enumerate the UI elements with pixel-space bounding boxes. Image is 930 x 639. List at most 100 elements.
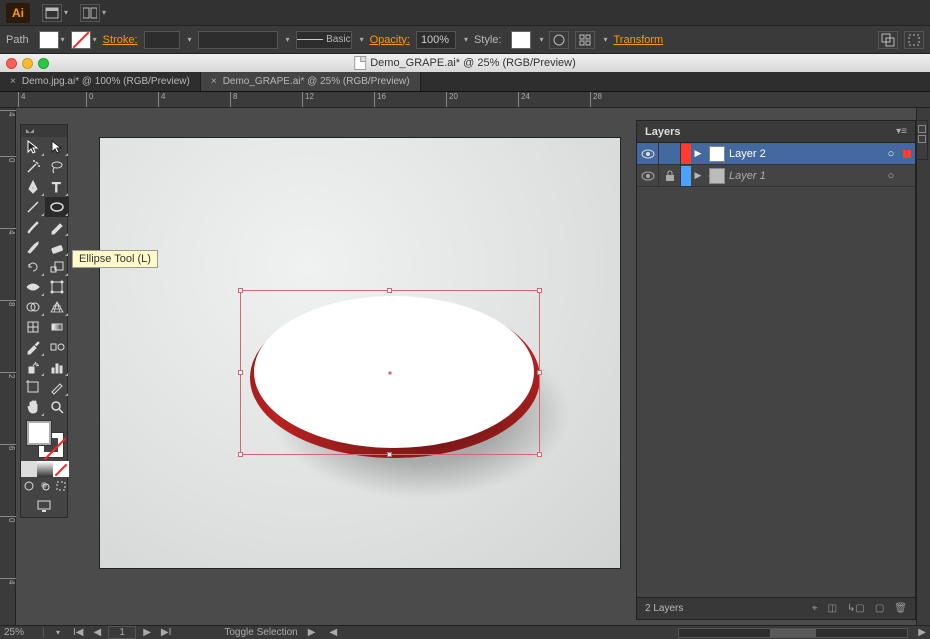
mesh-tool[interactable] bbox=[21, 317, 45, 337]
fill-stroke-indicator[interactable] bbox=[21, 417, 69, 461]
close-icon[interactable]: × bbox=[10, 76, 16, 87]
variable-width-profile[interactable] bbox=[198, 31, 278, 49]
direct-selection-tool[interactable] bbox=[45, 137, 69, 157]
gradient-tool[interactable] bbox=[45, 317, 69, 337]
artboard-number-field[interactable]: 1 bbox=[108, 626, 136, 639]
isolate-button[interactable] bbox=[878, 31, 898, 49]
fill-indicator[interactable] bbox=[27, 421, 51, 445]
stroke-panel-link[interactable]: Stroke: bbox=[103, 34, 138, 46]
visibility-toggle[interactable] bbox=[637, 143, 659, 164]
rotate-tool[interactable] bbox=[21, 257, 45, 277]
color-mode-row[interactable] bbox=[21, 461, 69, 477]
line-segment-tool[interactable] bbox=[21, 197, 45, 217]
layer-name[interactable]: Layer 1 bbox=[729, 170, 883, 182]
close-icon[interactable]: × bbox=[211, 76, 217, 87]
zoom-level-field[interactable]: 25% bbox=[4, 627, 44, 638]
new-layer-icon[interactable]: ▢ bbox=[875, 603, 884, 614]
free-transform-tool[interactable] bbox=[45, 277, 69, 297]
panel-grip[interactable] bbox=[21, 125, 67, 137]
target-icon[interactable]: ○ bbox=[883, 170, 899, 182]
transform-panel-link[interactable]: Transform bbox=[614, 34, 664, 46]
selection-bounding-box[interactable] bbox=[240, 290, 540, 455]
zoom-tool[interactable] bbox=[45, 397, 69, 417]
make-clipping-mask-icon[interactable]: ◫ bbox=[828, 603, 837, 614]
scale-tool[interactable] bbox=[45, 257, 69, 277]
pencil-tool[interactable] bbox=[45, 217, 69, 237]
new-sublayer-icon[interactable]: ↳▢ bbox=[847, 603, 865, 614]
draw-normal[interactable] bbox=[21, 477, 37, 495]
layer-row[interactable]: ▶ Layer 2 ○ bbox=[637, 143, 915, 165]
lock-toggle[interactable] bbox=[659, 165, 681, 186]
width-tool[interactable] bbox=[21, 277, 45, 297]
graphic-style-swatch[interactable] bbox=[511, 31, 531, 49]
next-artboard-button[interactable]: ▶ bbox=[140, 627, 154, 638]
draw-behind[interactable] bbox=[37, 477, 53, 495]
blend-tool[interactable] bbox=[45, 337, 69, 357]
lock-toggle[interactable] bbox=[659, 143, 681, 164]
last-artboard-button[interactable]: ▶I bbox=[158, 627, 174, 638]
scroll-left-button[interactable]: ◀ bbox=[329, 627, 337, 638]
lasso-tool[interactable] bbox=[45, 157, 69, 177]
panel-menu-icon[interactable]: ▾≡ bbox=[896, 126, 907, 137]
first-artboard-button[interactable]: I◀ bbox=[70, 627, 86, 638]
arrange-menu[interactable]: ▾ bbox=[80, 4, 106, 22]
paintbrush-tool[interactable] bbox=[21, 217, 45, 237]
magic-wand-tool[interactable] bbox=[21, 157, 45, 177]
scroll-right-button[interactable]: ▶ bbox=[918, 627, 926, 638]
window-close-button[interactable] bbox=[6, 58, 17, 69]
layer-name[interactable]: Layer 2 bbox=[729, 148, 883, 160]
locate-object-icon[interactable]: ⌖ bbox=[812, 603, 818, 614]
scrollbar-horizontal[interactable] bbox=[678, 628, 908, 638]
color-mode-solid[interactable] bbox=[21, 461, 37, 477]
ellipse-tool[interactable] bbox=[45, 197, 69, 217]
document-tab[interactable]: × Demo.jpg.ai* @ 100% (RGB/Preview) bbox=[0, 72, 201, 91]
symbol-sprayer-tool[interactable] bbox=[21, 357, 45, 377]
color-mode-gradient[interactable] bbox=[37, 461, 53, 477]
draw-inside[interactable] bbox=[53, 477, 69, 495]
doc-layout-menu[interactable]: ▾ bbox=[42, 4, 68, 22]
layer-row[interactable]: ▶ Layer 1 ○ bbox=[637, 165, 915, 187]
dock-icon[interactable] bbox=[918, 135, 926, 143]
layers-panel-footer: 2 Layers ⌖ ◫ ↳▢ ▢ 🗑 bbox=[637, 597, 915, 619]
prev-artboard-button[interactable]: ◀ bbox=[90, 627, 104, 638]
layers-panel-tab[interactable]: Layers bbox=[645, 126, 680, 138]
selection-tool[interactable] bbox=[21, 137, 45, 157]
artboard-tool[interactable] bbox=[21, 377, 45, 397]
brush-definition[interactable]: Basic bbox=[296, 31, 352, 49]
eraser-tool[interactable] bbox=[45, 237, 69, 257]
opacity-panel-link[interactable]: Opacity: bbox=[370, 34, 410, 46]
select-similar-button[interactable] bbox=[904, 31, 924, 49]
type-tool[interactable]: T bbox=[45, 177, 69, 197]
align-panel-button[interactable] bbox=[575, 31, 595, 49]
hand-tool[interactable] bbox=[21, 397, 45, 417]
window-minimize-button[interactable] bbox=[22, 58, 33, 69]
opacity-field[interactable]: 100% bbox=[416, 31, 456, 49]
recolor-artwork-button[interactable] bbox=[549, 31, 569, 49]
collapsed-dock[interactable] bbox=[916, 120, 928, 160]
ruler-horizontal[interactable]: 4 0 4 8 12 16 20 24 28 bbox=[0, 92, 930, 108]
expand-icon[interactable]: ▶ bbox=[691, 148, 705, 159]
scrollbar-vertical[interactable] bbox=[916, 108, 930, 625]
blob-brush-tool[interactable] bbox=[21, 237, 45, 257]
screen-mode-button[interactable] bbox=[21, 495, 69, 517]
status-menu-arrow[interactable]: ▶ bbox=[308, 627, 316, 638]
stroke-weight-field[interactable] bbox=[144, 31, 180, 49]
column-graph-tool[interactable] bbox=[45, 357, 69, 377]
ruler-vertical[interactable]: 4 0 4 8 2 6 0 4 bbox=[0, 108, 16, 625]
perspective-grid-tool[interactable] bbox=[45, 297, 69, 317]
eyedropper-tool[interactable] bbox=[21, 337, 45, 357]
target-icon[interactable]: ○ bbox=[883, 148, 899, 160]
delete-layer-icon[interactable]: 🗑 bbox=[894, 603, 907, 614]
pen-tool[interactable] bbox=[21, 177, 45, 197]
visibility-toggle[interactable] bbox=[637, 165, 659, 186]
color-mode-none[interactable] bbox=[53, 461, 69, 477]
drawing-modes[interactable] bbox=[21, 477, 69, 495]
shape-builder-tool[interactable] bbox=[21, 297, 45, 317]
document-tab[interactable]: × Demo_GRAPE.ai* @ 25% (RGB/Preview) bbox=[201, 72, 421, 91]
window-zoom-button[interactable] bbox=[38, 58, 49, 69]
dock-icon[interactable] bbox=[918, 125, 926, 133]
expand-icon[interactable]: ▶ bbox=[691, 170, 705, 181]
fill-swatch[interactable] bbox=[39, 31, 59, 49]
slice-tool[interactable] bbox=[45, 377, 69, 397]
stroke-swatch[interactable] bbox=[71, 31, 91, 49]
